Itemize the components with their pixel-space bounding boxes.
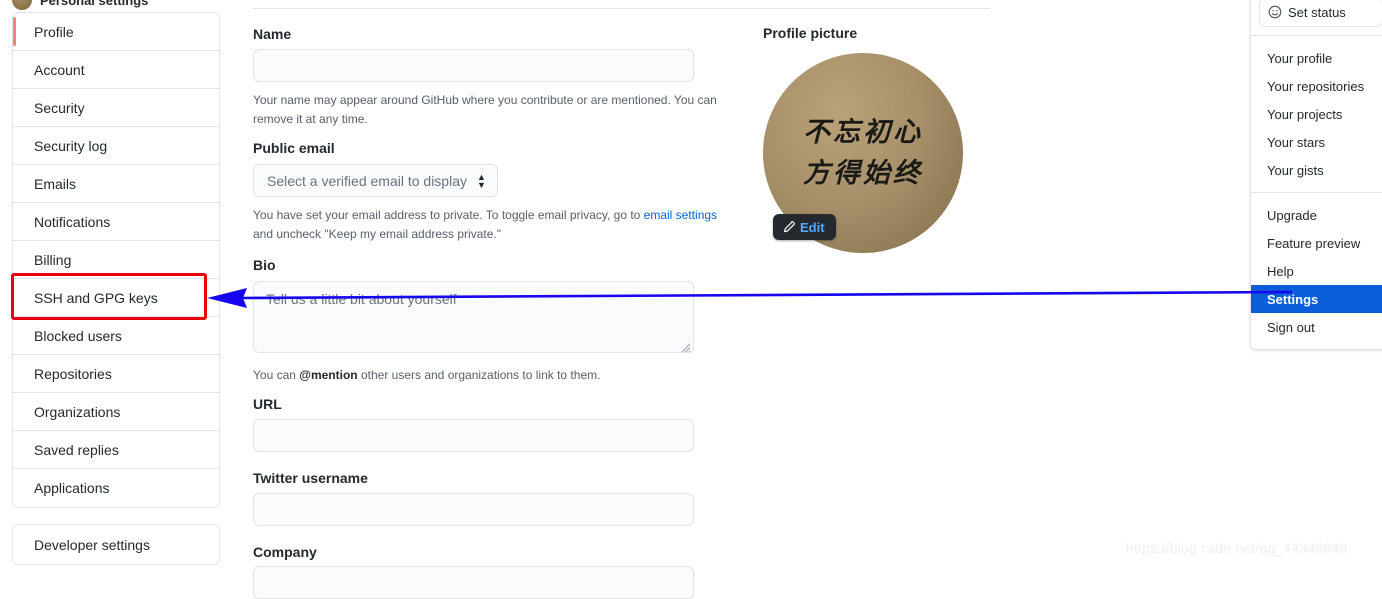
- twitter-username-label: Twitter username: [253, 470, 368, 486]
- user-avatar-icon: [12, 0, 32, 10]
- sidebar-item-label: Billing: [34, 251, 72, 268]
- twitter-username-input[interactable]: [253, 493, 694, 526]
- form-top-divider: [253, 8, 990, 9]
- public-email-help-post: and uncheck "Keep my email address priva…: [253, 226, 501, 241]
- sidebar-item-label: Account: [34, 61, 85, 78]
- dropdown-section-profile: Your profile Your repositories Your proj…: [1251, 36, 1382, 192]
- sidebar-item-applications[interactable]: Applications: [13, 469, 219, 507]
- bio-help-text: You can @mention other users and organiz…: [253, 366, 694, 385]
- dropdown-section-account: Upgrade Feature preview Help Settings Si…: [1251, 193, 1382, 349]
- sidebar-item-label: Emails: [34, 175, 77, 192]
- sidebar-item-label: SSH and GPG keys: [34, 289, 158, 306]
- sidebar-item-security[interactable]: Security: [13, 89, 219, 127]
- menu-item-settings[interactable]: Settings: [1251, 285, 1382, 313]
- name-help-text: Your name may appear around GitHub where…: [253, 93, 717, 126]
- menu-item-your-projects[interactable]: Your projects: [1251, 100, 1382, 128]
- sidebar-item-label: Profile: [34, 23, 74, 40]
- menu-item-label: Sign out: [1267, 319, 1315, 335]
- menu-item-your-gists[interactable]: Your gists: [1251, 156, 1382, 184]
- bio-label: Bio: [253, 257, 276, 273]
- avatar-calligraphy-line-1: 不忘初心: [803, 116, 923, 148]
- watermark: https://blog.csdn.net/qq_44349849: [1126, 540, 1348, 556]
- avatar-wrap: 不忘初心 方得始终 Edit: [763, 53, 963, 253]
- menu-item-label: Your projects: [1267, 106, 1343, 122]
- sidebar-item-label: Security: [34, 99, 85, 116]
- bio-field-wrap: [253, 281, 694, 356]
- sidebar-item-developer-settings[interactable]: Developer settings: [13, 525, 219, 564]
- sidebar-item-saved-replies[interactable]: Saved replies: [13, 431, 219, 469]
- sidebar-item-repositories[interactable]: Repositories: [13, 355, 219, 393]
- avatar-edit-button[interactable]: Edit: [773, 214, 836, 240]
- avatar-edit-label: Edit: [800, 219, 825, 235]
- set-status-button[interactable]: Set status: [1259, 0, 1382, 27]
- public-email-help-pre: You have set your email address to priva…: [253, 208, 644, 222]
- smiley-icon: [1268, 5, 1282, 19]
- sidebar-item-account[interactable]: Account: [13, 51, 219, 89]
- sidebar-item-billing[interactable]: Billing: [13, 241, 219, 279]
- name-label: Name: [253, 26, 292, 42]
- menu-item-label: Your stars: [1267, 134, 1326, 150]
- menu-item-label: Settings: [1267, 291, 1319, 307]
- public-email-help-text: You have set your email address to priva…: [253, 206, 723, 243]
- menu-item-label: Your gists: [1267, 162, 1324, 178]
- sidebar-item-label: Repositories: [34, 365, 112, 382]
- menu-item-label: Your repositories: [1267, 78, 1365, 94]
- menu-item-your-profile[interactable]: Your profile: [1251, 44, 1382, 72]
- bio-textarea[interactable]: [253, 281, 694, 353]
- sidebar-item-label: Organizations: [34, 403, 121, 420]
- menu-item-label: Upgrade: [1267, 207, 1317, 223]
- url-label: URL: [253, 396, 282, 412]
- account-dropdown-menu: Set status Your profile Your repositorie…: [1250, 0, 1382, 350]
- personal-settings-header: Personal settings: [12, 0, 220, 11]
- public-email-select[interactable]: Select a verified email to display ▲ ▼: [253, 164, 498, 197]
- sidebar-item-security-log[interactable]: Security log: [13, 127, 219, 165]
- menu-item-sign-out[interactable]: Sign out: [1251, 313, 1382, 341]
- select-updown-caret-icon: ▲ ▼: [477, 171, 486, 190]
- sidebar-item-ssh-and-gpg-keys[interactable]: SSH and GPG keys: [13, 279, 219, 317]
- menu-item-your-stars[interactable]: Your stars: [1251, 128, 1382, 156]
- menu-item-feature-preview[interactable]: Feature preview: [1251, 229, 1382, 257]
- bio-help-pre: You can: [253, 368, 300, 382]
- set-status-row: Set status: [1251, 0, 1382, 35]
- sidebar-item-label: Blocked users: [34, 327, 122, 344]
- public-email-selected-value: Select a verified email to display: [267, 172, 467, 189]
- sidebar-item-organizations[interactable]: Organizations: [13, 393, 219, 431]
- company-input[interactable]: [253, 566, 694, 599]
- sidebar-item-label: Security log: [34, 137, 108, 154]
- profile-picture-label: Profile picture: [763, 25, 858, 41]
- menu-item-label: Help: [1267, 263, 1294, 279]
- url-input[interactable]: [253, 419, 694, 452]
- bio-help-post: other users and organizations to link to…: [357, 368, 601, 382]
- menu-item-upgrade[interactable]: Upgrade: [1251, 201, 1382, 229]
- sidebar-item-label: Developer settings: [34, 536, 150, 553]
- menu-item-your-repositories[interactable]: Your repositories: [1251, 72, 1382, 100]
- sidebar-item-notifications[interactable]: Notifications: [13, 203, 219, 241]
- email-settings-link[interactable]: email settings: [644, 208, 717, 222]
- sidebar-item-label: Notifications: [34, 213, 111, 230]
- settings-sidebar: Profile Account Security Security log Em…: [12, 12, 220, 565]
- sidebar-secondary-group: Developer settings: [12, 524, 220, 565]
- sidebar-item-emails[interactable]: Emails: [13, 165, 219, 203]
- sidebar-primary-group: Profile Account Security Security log Em…: [12, 12, 220, 508]
- sidebar-item-label: Saved replies: [34, 441, 119, 458]
- menu-item-help[interactable]: Help: [1251, 257, 1382, 285]
- profile-picture-block: Profile picture 不忘初心 方得始终 Edit: [763, 25, 963, 253]
- sidebar-item-profile[interactable]: Profile: [13, 13, 219, 51]
- name-input[interactable]: [253, 49, 694, 82]
- avatar-calligraphy-line-2: 方得始终: [803, 158, 923, 189]
- menu-item-label: Your profile: [1267, 50, 1333, 66]
- menu-item-label: Feature preview: [1267, 235, 1361, 251]
- set-status-label: Set status: [1288, 4, 1346, 20]
- pencil-icon: [783, 220, 795, 232]
- sidebar-item-label: Applications: [34, 480, 110, 496]
- public-email-label: Public email: [253, 140, 335, 156]
- bio-help-mention: @mention: [299, 368, 358, 382]
- sidebar-item-blocked-users[interactable]: Blocked users: [13, 317, 219, 355]
- personal-settings-title: Personal settings: [40, 0, 149, 8]
- company-label: Company: [253, 544, 317, 560]
